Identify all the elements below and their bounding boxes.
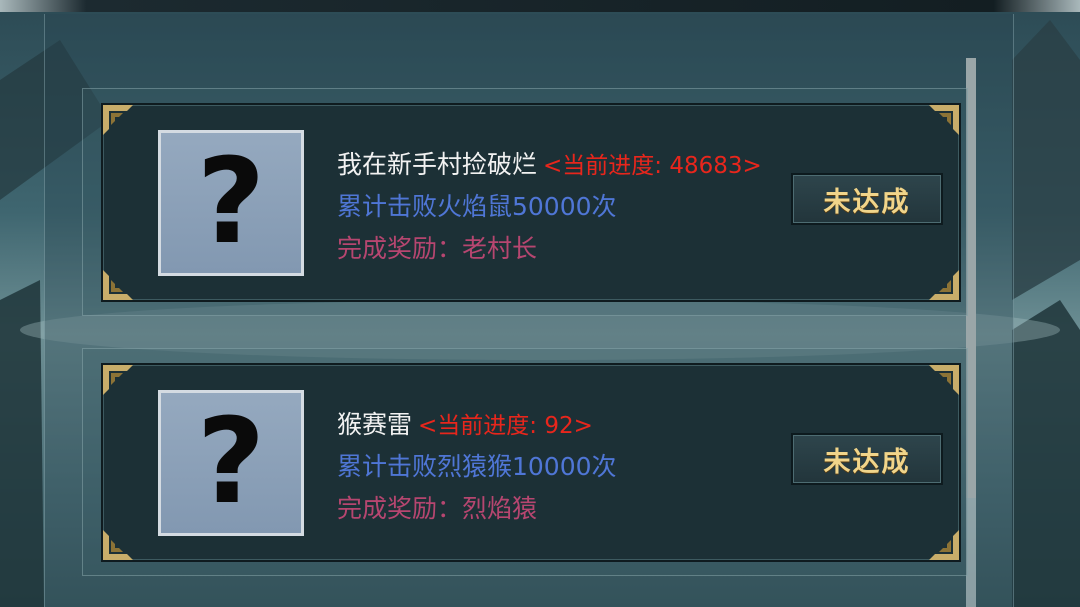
achievement-requirement: 累计击败烈猿猴10000次	[337, 452, 617, 481]
achievement-title: 猴赛雷	[337, 410, 413, 439]
corner-ornament-icon	[101, 363, 135, 397]
corner-ornament-icon	[101, 268, 135, 302]
corner-ornament-icon	[927, 268, 961, 302]
achievement-reward: 完成奖励：烈焰猿	[337, 494, 538, 523]
achievement-card-body: ? 猴赛雷 <当前进度: 92> 累计击败烈猿猴10000次 完成奖励：烈焰猿 未…	[101, 363, 961, 562]
achievement-card: ? 猴赛雷 <当前进度: 92> 累计击败烈猿猴10000次 完成奖励：烈焰猿 未…	[82, 348, 968, 576]
achievement-reward: 完成奖励：老村长	[337, 234, 538, 263]
question-mark-icon: ?	[196, 132, 266, 270]
not-achieved-button[interactable]: 未达成	[791, 173, 943, 225]
achievement-title-line: 我在新手村捡破烂 <当前进度: 48683>	[337, 145, 762, 181]
question-mark-icon: ?	[196, 392, 266, 530]
achievement-card-body: ? 我在新手村捡破烂 <当前进度: 48683> 累计击败火焰鼠50000次 完成…	[101, 103, 961, 302]
achievement-progress: <当前进度: 48683>	[543, 153, 762, 179]
achievement-progress: <当前进度: 92>	[418, 413, 593, 439]
corner-ornament-icon	[101, 103, 135, 137]
achievement-icon-frame: ?	[158, 390, 304, 536]
achievement-title: 我在新手村捡破烂	[337, 150, 538, 179]
achievement-card: ? 我在新手村捡破烂 <当前进度: 48683> 累计击败火焰鼠50000次 完成…	[82, 88, 968, 316]
achievement-icon-frame: ?	[158, 130, 304, 276]
corner-ornament-icon	[101, 528, 135, 562]
achievement-title-line: 猴赛雷 <当前进度: 92>	[337, 405, 593, 441]
achievement-requirement: 累计击败火焰鼠50000次	[337, 192, 617, 221]
corner-ornament-icon	[927, 528, 961, 562]
corner-ornament-icon	[927, 103, 961, 137]
not-achieved-button[interactable]: 未达成	[791, 433, 943, 485]
top-bar	[0, 0, 1080, 12]
corner-ornament-icon	[927, 363, 961, 397]
